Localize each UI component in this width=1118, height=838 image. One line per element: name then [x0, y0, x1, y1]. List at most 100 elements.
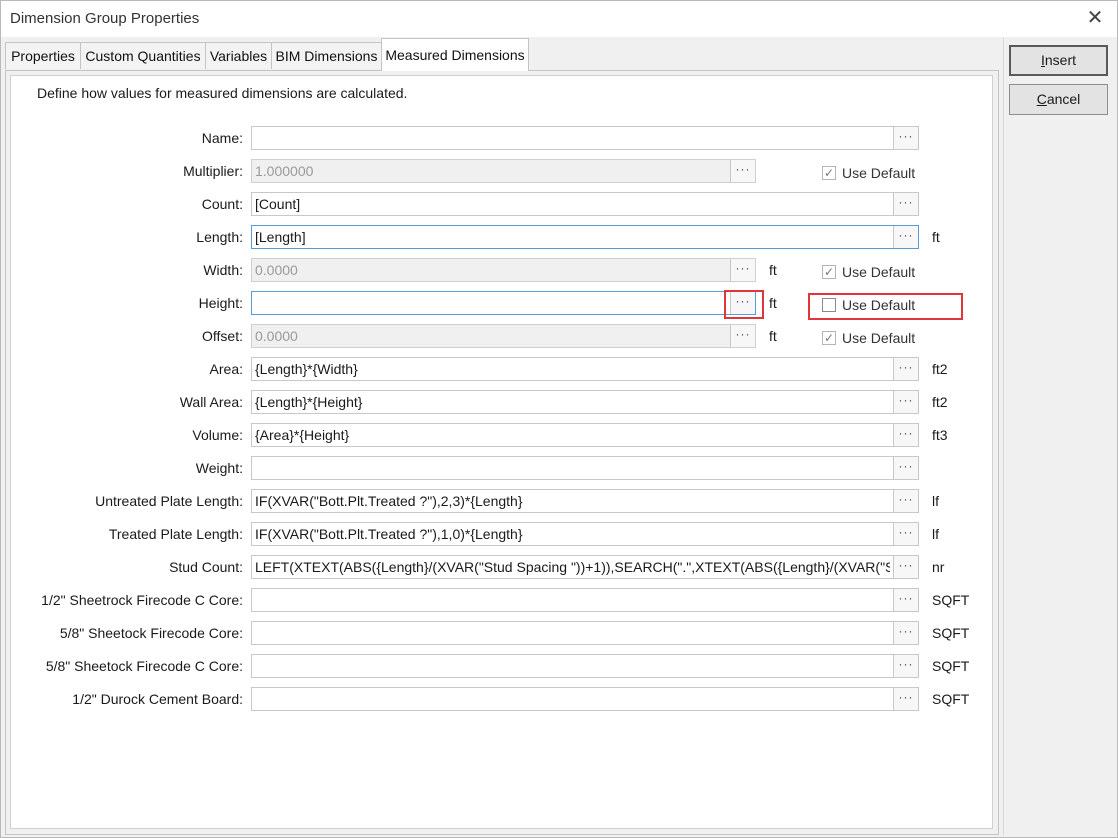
tab-bim-dimensions[interactable]: BIM Dimensions	[271, 42, 382, 69]
insert-label: nsert	[1044, 52, 1076, 68]
tab-panel	[5, 70, 999, 835]
label-1-2-durock-cement-board: 1/2" Durock Cement Board:	[72, 691, 243, 707]
field-5-8-sheetock-firecode-core[interactable]: ···	[251, 621, 919, 645]
unit-width: ft	[769, 262, 777, 278]
unit-volume: ft3	[932, 427, 948, 443]
label-1-2-sheetrock-firecode-c-core: 1/2" Sheetrock Firecode C Core:	[41, 592, 243, 608]
unit-stud-count: nr	[932, 559, 945, 575]
field-value-treated-plate-length: IF(XVAR("Bott.Plt.Treated ?"),1,0)*{Leng…	[255, 526, 523, 542]
label-treated-plate-length: Treated Plate Length:	[108, 526, 243, 542]
field-offset[interactable]: 0.0000 ···	[251, 324, 756, 348]
label-5-8-sheetock-firecode-core: 5/8" Sheetock Firecode Core:	[59, 625, 243, 641]
unit-wall-area: ft2	[932, 394, 948, 410]
ellipsis-button-stud-count[interactable]: ···	[893, 556, 918, 578]
dialog-window: Dimension Group Properties ✕ Properties …	[0, 0, 1118, 838]
cancel-label: ancel	[1046, 91, 1081, 107]
ellipsis-button-treated-plate-length[interactable]: ···	[893, 523, 918, 545]
ellipsis-button-offset[interactable]: ···	[730, 325, 755, 347]
checkmark-icon: ✓	[822, 265, 836, 279]
label-width: Width:	[203, 262, 243, 278]
tab-variables[interactable]: Variables	[205, 42, 272, 69]
field-value-length: [Length]	[255, 229, 306, 245]
close-icon[interactable]: ✕	[1083, 6, 1107, 30]
insert-button[interactable]: Insert	[1009, 45, 1108, 76]
unit-untreated-plate-length: lf	[932, 493, 939, 509]
field-1-2-durock-cement-board[interactable]: ···	[251, 687, 919, 711]
label-wall-area: Wall Area:	[179, 394, 243, 410]
unit-1-2-durock-cement-board: SQFT	[932, 691, 970, 707]
title-bar: Dimension Group Properties ✕	[1, 1, 1117, 37]
unit-5-8-sheetock-firecode-core: SQFT	[932, 625, 970, 641]
field-count[interactable]: [Count] ···	[251, 192, 919, 216]
field-width[interactable]: 0.0000 ···	[251, 258, 756, 282]
ellipsis-button-length[interactable]: ···	[893, 226, 918, 248]
cancel-mnemonic: C	[1036, 91, 1047, 107]
field-wall-area[interactable]: {Length}*{Height} ···	[251, 390, 919, 414]
field-value-volume: {Area}*{Height}	[255, 427, 350, 443]
label-5-8-sheetock-firecode-c-core: 5/8" Sheetock Firecode C Core:	[45, 658, 243, 674]
label-area: Area:	[209, 361, 243, 377]
ellipsis-button-untreated-plate-length[interactable]: ···	[893, 490, 918, 512]
label-multiplier: Multiplier:	[183, 163, 243, 179]
field-1-2-sheetrock-firecode-c-core[interactable]: ···	[251, 588, 919, 612]
use-default-checkbox-width[interactable]: ✓ Use Default	[822, 264, 922, 282]
unit-1-2-sheetrock-firecode-c-core: SQFT	[932, 592, 970, 608]
field-treated-plate-length[interactable]: IF(XVAR("Bott.Plt.Treated ?"),1,0)*{Leng…	[251, 522, 919, 546]
unit-length: ft	[932, 229, 940, 245]
field-length[interactable]: [Length] ···	[251, 225, 919, 249]
field-multiplier[interactable]: 1.000000 ···	[251, 159, 756, 183]
field-volume[interactable]: {Area}*{Height} ···	[251, 423, 919, 447]
field-untreated-plate-length[interactable]: IF(XVAR("Bott.Plt.Treated ?"),2,3)*{Leng…	[251, 489, 919, 513]
label-stud-count: Stud Count:	[169, 559, 243, 575]
ellipsis-button-count[interactable]: ···	[893, 193, 918, 215]
form-area	[10, 75, 993, 829]
field-value-multiplier: 1.000000	[255, 163, 314, 179]
tab-properties[interactable]: Properties	[5, 42, 81, 69]
checkmark-icon: ✓	[822, 166, 836, 180]
ellipsis-button-5-8-sheetock-firecode-core[interactable]: ···	[893, 622, 918, 644]
label-height: Height:	[198, 295, 243, 311]
field-value-stud-count: LEFT(XTEXT(ABS({Length}/(XVAR("Stud Spac…	[255, 559, 890, 575]
field-value-untreated-plate-length: IF(XVAR("Bott.Plt.Treated ?"),2,3)*{Leng…	[255, 493, 523, 509]
label-untreated-plate-length: Untreated Plate Length:	[95, 493, 243, 509]
label-offset: Offset:	[202, 328, 243, 344]
use-default-checkbox-multiplier[interactable]: ✓ Use Default	[822, 165, 922, 183]
use-default-label: Use Default	[842, 165, 916, 181]
use-default-checkbox-offset[interactable]: ✓ Use Default	[822, 330, 922, 348]
ellipsis-button-1-2-durock-cement-board[interactable]: ···	[893, 688, 918, 710]
label-name: Name:	[201, 130, 243, 146]
ellipsis-button-width[interactable]: ···	[730, 259, 755, 281]
ellipsis-button-5-8-sheetock-firecode-c-core[interactable]: ···	[893, 655, 918, 677]
label-length: Length:	[196, 229, 243, 245]
field-value-count: [Count]	[255, 196, 301, 212]
use-default-label: Use Default	[842, 264, 916, 280]
dialog-title: Dimension Group Properties	[10, 10, 200, 27]
ellipsis-button-weight[interactable]: ···	[893, 457, 918, 479]
field-height[interactable]: ···	[251, 291, 756, 315]
tab-custom-quantities[interactable]: Custom Quantities	[80, 42, 206, 69]
unit-offset: ft	[769, 328, 777, 344]
label-volume: Volume:	[192, 427, 243, 443]
field-stud-count[interactable]: LEFT(XTEXT(ABS({Length}/(XVAR("Stud Spac…	[251, 555, 919, 579]
ellipsis-button-1-2-sheetrock-firecode-c-core[interactable]: ···	[893, 589, 918, 611]
checkmark-icon: ✓	[822, 331, 836, 345]
ellipsis-button-name[interactable]: ···	[893, 127, 918, 149]
field-weight[interactable]: ···	[251, 456, 919, 480]
unit-treated-plate-length: lf	[932, 526, 939, 542]
ellipsis-button-wall-area[interactable]: ···	[893, 391, 918, 413]
field-value-offset: 0.0000	[255, 328, 298, 344]
highlight-box-height-button	[724, 290, 764, 319]
label-count: Count:	[201, 196, 243, 212]
field-area[interactable]: {Length}*{Width} ···	[251, 357, 919, 381]
ellipsis-button-volume[interactable]: ···	[893, 424, 918, 446]
field-5-8-sheetock-firecode-c-core[interactable]: ···	[251, 654, 919, 678]
field-value-width: 0.0000	[255, 262, 298, 278]
field-name[interactable]: ···	[251, 126, 919, 150]
unit-height: ft	[769, 295, 777, 311]
description-text: Define how values for measured dimension…	[37, 85, 408, 101]
ellipsis-button-multiplier[interactable]: ···	[730, 160, 755, 182]
field-value-area: {Length}*{Width}	[255, 361, 358, 377]
tab-measured-dimensions[interactable]: Measured Dimensions	[381, 38, 529, 71]
cancel-button[interactable]: Cancel	[1009, 84, 1108, 115]
ellipsis-button-area[interactable]: ···	[893, 358, 918, 380]
